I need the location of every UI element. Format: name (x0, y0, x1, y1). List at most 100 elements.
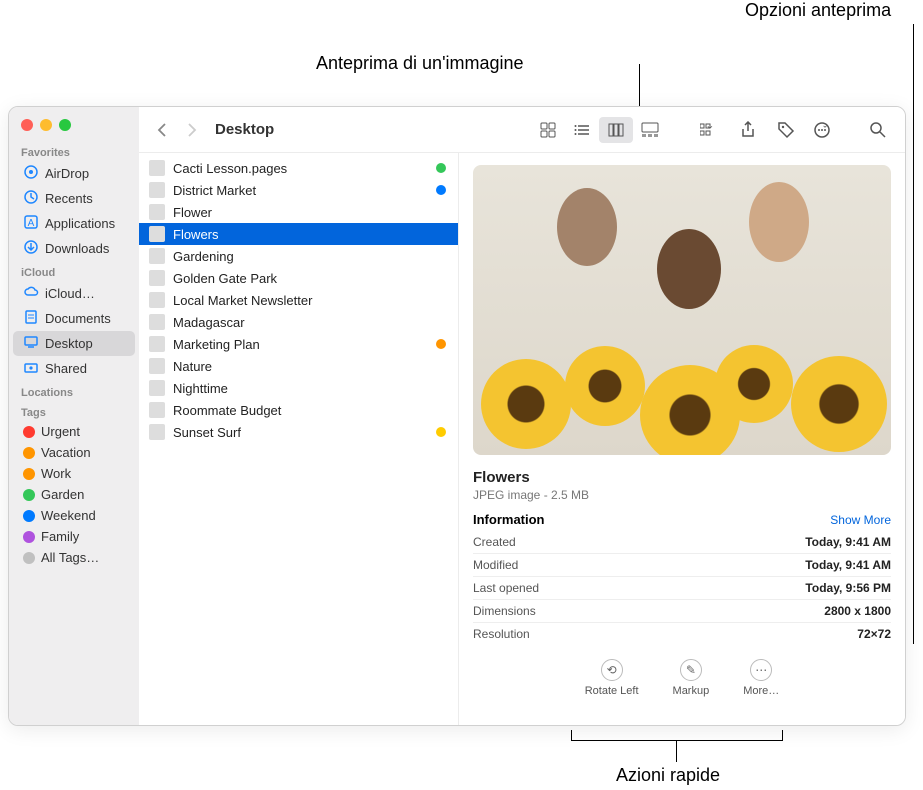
file-row[interactable]: Flowers (139, 223, 458, 245)
action-menu-button[interactable] (809, 117, 839, 143)
file-thumbnail-icon (149, 424, 165, 440)
annotation-line (913, 24, 914, 644)
shared-icon (23, 359, 39, 378)
sidebar-item-documents[interactable]: Documents (13, 306, 135, 331)
annotation-line (676, 740, 677, 762)
view-gallery-button[interactable] (633, 117, 667, 143)
file-column: Cacti Lesson.pages District Market FlowerF… (139, 153, 459, 725)
view-icon-button[interactable] (531, 117, 565, 143)
file-row[interactable]: Golden Gate Park (139, 267, 458, 289)
sidebar-item-all-tags-[interactable]: All Tags… (13, 547, 135, 568)
info-row: Last openedToday, 9:56 PM (473, 576, 891, 599)
file-row[interactable]: Flower (139, 201, 458, 223)
annotation-quick-actions: Azioni rapide (616, 765, 720, 786)
back-button[interactable] (151, 119, 173, 141)
file-name: Sunset Surf (173, 425, 241, 440)
sidebar-item-urgent[interactable]: Urgent (13, 421, 135, 442)
info-key: Created (473, 535, 516, 549)
file-row[interactable]: Sunset Surf (139, 421, 458, 443)
file-row[interactable]: Marketing Plan (139, 333, 458, 355)
file-name: Roommate Budget (173, 403, 281, 418)
sidebar-item-label: AirDrop (45, 166, 89, 181)
quick-action-label: Markup (673, 685, 710, 697)
quick-action-markup[interactable]: ✎ Markup (673, 659, 710, 697)
sidebar-item-label: Shared (45, 361, 87, 376)
markup-icon: ✎ (680, 659, 702, 681)
file-row[interactable]: District Market (139, 179, 458, 201)
info-value: 72×72 (857, 627, 891, 641)
file-row[interactable]: Nighttime (139, 377, 458, 399)
file-thumbnail-icon (149, 358, 165, 374)
apps-icon: A (23, 214, 39, 233)
annotation-preview-image: Anteprima di un'immagine (316, 53, 524, 74)
share-button[interactable] (733, 117, 763, 143)
downloads-icon (23, 239, 39, 258)
rotate-icon: ⟲ (601, 659, 623, 681)
finder-window: Favorites AirDrop RecentsAApplications Dow… (8, 106, 906, 726)
file-row[interactable]: Nature (139, 355, 458, 377)
sidebar: Favorites AirDrop RecentsAApplications Dow… (9, 107, 139, 725)
sidebar-section-icloud: iCloud (9, 261, 139, 281)
file-name: Nature (173, 359, 212, 374)
sidebar-item-applications[interactable]: AApplications (13, 211, 135, 236)
sidebar-item-recents[interactable]: Recents (13, 186, 135, 211)
annotation-preview-options: Opzioni anteprima (745, 0, 891, 21)
sidebar-item-garden[interactable]: Garden (13, 484, 135, 505)
file-thumbnail-icon (149, 270, 165, 286)
sidebar-item-shared[interactable]: Shared (13, 356, 135, 381)
file-thumbnail-icon (149, 314, 165, 330)
file-thumbnail-icon (149, 380, 165, 396)
quick-action-label: Rotate Left (585, 685, 639, 697)
info-row: Resolution72×72 (473, 622, 891, 645)
sidebar-item-airdrop[interactable]: AirDrop (13, 161, 135, 186)
zoom-window-button[interactable] (59, 119, 71, 131)
sidebar-item-family[interactable]: Family (13, 526, 135, 547)
minimize-window-button[interactable] (40, 119, 52, 131)
file-row[interactable]: Roommate Budget (139, 399, 458, 421)
sidebar-section-favorites: Favorites (9, 141, 139, 161)
sidebar-item-label: Downloads (45, 241, 109, 256)
info-key: Dimensions (473, 604, 536, 618)
quick-action-rotate[interactable]: ⟲ Rotate Left (585, 659, 639, 697)
file-row[interactable]: Gardening (139, 245, 458, 267)
file-name: Marketing Plan (173, 337, 260, 352)
file-row[interactable]: Madagascar (139, 311, 458, 333)
file-row[interactable]: Cacti Lesson.pages (139, 157, 458, 179)
sidebar-item-label: Garden (41, 487, 84, 502)
sidebar-item-vacation[interactable]: Vacation (13, 442, 135, 463)
sidebar-item-downloads[interactable]: Downloads (13, 236, 135, 261)
quick-actions: ⟲ Rotate Left ✎ Markup ⋯More… (473, 659, 891, 697)
tag-dot-icon (23, 468, 35, 480)
quick-action-label: More… (743, 685, 779, 697)
file-thumbnail-icon (149, 204, 165, 220)
file-name: Madagascar (173, 315, 245, 330)
info-row: ModifiedToday, 9:41 AM (473, 553, 891, 576)
sidebar-item-desktop[interactable]: Desktop (13, 331, 135, 356)
quick-action-more[interactable]: ⋯More… (743, 659, 779, 697)
close-window-button[interactable] (21, 119, 33, 131)
sidebar-item-weekend[interactable]: Weekend (13, 505, 135, 526)
annotation-line (571, 740, 783, 741)
sidebar-item-work[interactable]: Work (13, 463, 135, 484)
info-key: Last opened (473, 581, 539, 595)
preview-thumbnail (473, 165, 891, 455)
doc-icon (23, 309, 39, 328)
view-column-button[interactable] (599, 117, 633, 143)
file-thumbnail-icon (149, 226, 165, 242)
view-list-button[interactable] (565, 117, 599, 143)
sidebar-item-icloud-[interactable]: iCloud… (13, 281, 135, 306)
tag-dot-icon (23, 552, 35, 564)
file-thumbnail-icon (149, 160, 165, 176)
tag-dot-icon (23, 489, 35, 501)
group-by-button[interactable] (695, 117, 725, 143)
recents-icon (23, 189, 39, 208)
search-button[interactable] (863, 117, 893, 143)
file-row[interactable]: Local Market Newsletter (139, 289, 458, 311)
show-more-button[interactable]: Show More (830, 513, 891, 527)
file-thumbnail-icon (149, 182, 165, 198)
file-name: Local Market Newsletter (173, 293, 312, 308)
forward-button[interactable] (181, 119, 203, 141)
tags-button[interactable] (771, 117, 801, 143)
file-name: District Market (173, 183, 256, 198)
toolbar: Desktop (139, 107, 905, 153)
